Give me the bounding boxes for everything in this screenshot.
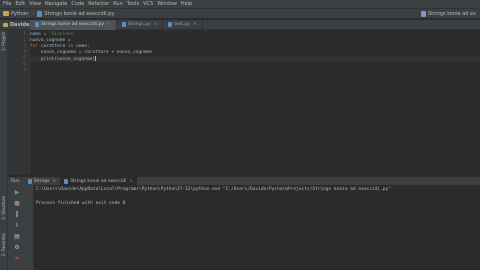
- menu-bar: File Edit View Navigate Code Refactor Run Tools…: [0, 0, 480, 9]
- tool-tab-project[interactable]: 1: Project: [1, 32, 6, 51]
- editor-gutter: 1234567: [8, 30, 30, 175]
- run-configuration-label: Strings konie ad ex: [428, 11, 476, 17]
- left-tool-strip: 1: Project 2: Structure 2: Favorites: [0, 30, 8, 270]
- scroll-to-end-icon[interactable]: ⇩: [12, 221, 22, 230]
- editor-tab-label: Strings konie ad execcidi.py: [41, 22, 104, 27]
- pause-icon[interactable]: ‖: [12, 210, 22, 219]
- rerun-icon[interactable]: ▶: [12, 188, 22, 197]
- menu-item-refactor[interactable]: Refactor: [88, 1, 109, 7]
- run-panel-label: Run: [11, 178, 20, 184]
- folder-icon: [3, 22, 8, 27]
- code-token: nuovo_cognome = carattere + nuovo_cognom…: [30, 50, 152, 55]
- menu-item-view[interactable]: View: [29, 1, 41, 7]
- menu-item-window[interactable]: Window: [157, 1, 177, 7]
- menu-item-code[interactable]: Code: [71, 1, 84, 7]
- tool-tab-favorites[interactable]: 2: Favorites: [1, 233, 6, 256]
- code-token: for: [30, 44, 41, 49]
- line-number: 1: [23, 32, 26, 37]
- editor-tab[interactable]: Strings konie ad execcidi.py ×: [30, 19, 117, 30]
- code-token: carattere: [40, 44, 68, 49]
- stop-icon[interactable]: ■: [12, 199, 22, 208]
- python-file-icon: [27, 178, 32, 184]
- editor-tab[interactable]: Strings.py ×: [117, 19, 164, 30]
- print-icon[interactable]: ▤: [12, 232, 22, 241]
- breadcrumb-project[interactable]: Python: [3, 11, 28, 17]
- run-tab-label: Strings konie ad execcidi: [70, 178, 127, 184]
- close-tab-icon[interactable]: ×: [129, 179, 133, 184]
- editor-tab-label: Strings.py: [127, 22, 151, 27]
- breadcrumb-file-label: Strings konie ad execcidi.py: [44, 10, 115, 17]
- console-spacer: [36, 193, 478, 201]
- close-icon[interactable]: ✕: [12, 254, 22, 263]
- code-token: nome:: [76, 44, 90, 49]
- console-exit-message: Process finished with exit code 0: [36, 201, 126, 206]
- line-number: 2: [23, 38, 26, 43]
- breadcrumb-file[interactable]: Strings konie ad execcidi.py: [37, 10, 115, 17]
- run-tab-label: Strings: [33, 178, 50, 184]
- breadcrumb-separator: ›: [32, 10, 35, 17]
- breadcrumb-project-label: Python: [11, 10, 29, 17]
- editor-tab[interactable]: test.py ×: [163, 19, 203, 30]
- editor-tabs: Strings konie ad execcidi.py × Strings.py ×…: [30, 19, 203, 30]
- python-file-icon: [35, 22, 39, 27]
- menu-item-file[interactable]: File: [3, 1, 11, 7]
- menu-item-navigate[interactable]: Navigate: [45, 1, 67, 7]
- code-token: nuovo_cognome =: [30, 38, 74, 43]
- line-number: 3: [23, 44, 26, 49]
- run-panel-header: Run Strings × Strings konie ad execcidi ×: [8, 176, 480, 186]
- close-tab-icon[interactable]: ×: [107, 22, 111, 27]
- settings-icon[interactable]: ⚙: [12, 243, 22, 252]
- python-file-icon: [168, 22, 173, 27]
- python-file-icon: [421, 11, 427, 17]
- project-tool-header[interactable]: Davide: [0, 20, 30, 30]
- python-file-icon: [121, 22, 126, 27]
- menu-item-help[interactable]: Help: [181, 1, 192, 7]
- python-file-icon: [64, 178, 69, 184]
- line-number: 4: [23, 50, 26, 55]
- line-number: 7: [23, 68, 26, 73]
- project-tool-label: Davide: [10, 21, 30, 28]
- code-token: 'Giacinoo': [48, 32, 77, 37]
- code-editor[interactable]: nome = 'Giacinoo' nuovo_cognome = for car…: [30, 30, 480, 175]
- close-tab-icon[interactable]: ×: [154, 22, 158, 27]
- run-configuration-selector[interactable]: Strings konie ad ex: [421, 11, 476, 17]
- close-tab-icon[interactable]: ×: [193, 22, 197, 27]
- python-file-icon: [37, 10, 43, 17]
- folder-icon: [3, 11, 9, 16]
- menu-item-tools[interactable]: Tools: [127, 1, 139, 7]
- menu-item-run[interactable]: Run: [113, 1, 123, 7]
- line-number: 6: [23, 62, 26, 67]
- menu-item-vcs[interactable]: VCS: [143, 1, 153, 7]
- code-token: in: [67, 44, 77, 49]
- editor-tab-bar: Davide Strings konie ad execcidi.py × Stri…: [0, 19, 480, 30]
- tool-tab-structure[interactable]: 2: Structure: [1, 196, 6, 220]
- code-token: nome =: [30, 32, 49, 37]
- text-caret: [95, 56, 97, 61]
- close-tab-icon[interactable]: ×: [52, 179, 56, 184]
- menu-item-edit[interactable]: Edit: [15, 1, 25, 7]
- line-number: 5: [23, 56, 26, 61]
- run-toolbar: ▶ ■ ‖ ⇩ ▤ ⚙ ✕: [8, 185, 34, 270]
- run-console[interactable]: C:\Users\Davide\AppData\Local\Programs\P…: [34, 185, 480, 270]
- editor-tab-label: test.py: [174, 22, 190, 27]
- navigation-bar: Python › Strings konie ad execcidi.py St…: [0, 9, 480, 19]
